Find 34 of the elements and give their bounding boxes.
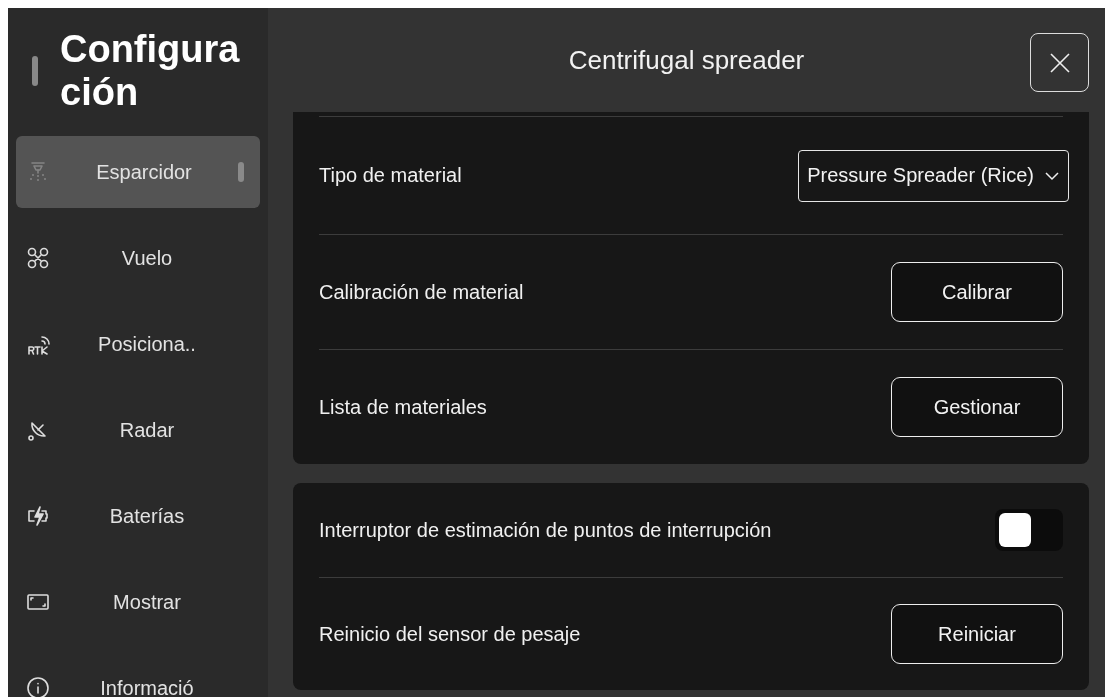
sidebar-item-label: Esparcidor [95, 160, 193, 184]
close-button[interactable] [1030, 33, 1089, 92]
sidebar-item-label: Informació [99, 676, 195, 697]
sidebar-title: Configura ción [60, 28, 240, 114]
setting-label: Interruptor de estimación de puntos de interrupción [319, 518, 772, 542]
drone-icon [26, 246, 50, 270]
sidebar-item-label: Radar [118, 418, 176, 442]
sidebar-item[interactable]: Mostrar [16, 566, 260, 638]
scroll-indicator [32, 56, 38, 86]
sidebar-item[interactable]: Radar [16, 394, 260, 466]
dropdown-value: Pressure Spreader (Rice) [807, 164, 1034, 187]
sidebar-item[interactable]: Esparcidor [16, 136, 260, 208]
action-button[interactable]: Gestionar [891, 377, 1063, 437]
sidebar-item-label: Posiciona.. [97, 332, 197, 356]
action-button[interactable]: Calibrar [891, 262, 1063, 322]
material-dropdown[interactable]: Pressure Spreader (Rice) [798, 149, 1069, 202]
sidebar-item-label: Vuelo [120, 246, 174, 270]
sidebar-item-label: Mostrar [112, 590, 182, 614]
sidebar-item[interactable]: Vuelo [16, 222, 260, 294]
sidebar-item[interactable]: Posiciona.. [16, 308, 260, 380]
page-title: Centrifugal spreader [568, 44, 805, 76]
sidebar-item-label: Baterías [108, 504, 186, 528]
info-icon [26, 676, 50, 697]
toggle-switch[interactable] [995, 509, 1063, 551]
battery-charging-icon [26, 504, 50, 528]
selected-indicator [238, 162, 244, 182]
sidebar-item[interactable]: Informació [16, 652, 260, 697]
close-icon [1048, 51, 1071, 74]
setting-label: Lista de materiales [319, 395, 487, 419]
setting-label: Reinicio del sensor de pesaje [319, 622, 581, 646]
action-button[interactable]: Reiniciar [891, 604, 1063, 664]
setting-label: Tipo de material [319, 164, 462, 187]
sidebar-item[interactable]: Baterías [16, 480, 260, 552]
setting-label: Calibración de material [319, 280, 524, 304]
